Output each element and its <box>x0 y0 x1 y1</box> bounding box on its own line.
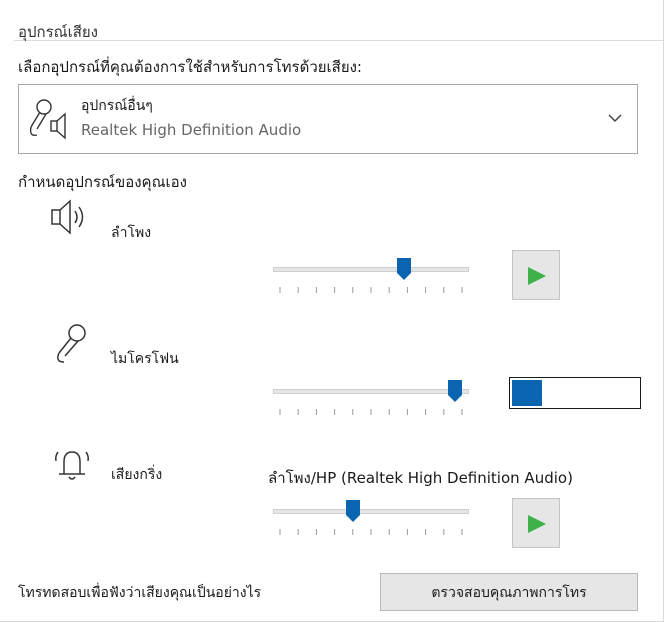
play-icon <box>528 267 546 285</box>
slider-ticks <box>279 409 463 415</box>
microphone-volume-slider[interactable] <box>273 380 469 424</box>
slider-thumb[interactable] <box>346 500 360 522</box>
slider-ticks <box>279 529 463 535</box>
slider-thumb[interactable] <box>397 258 411 280</box>
ringer-device-name: ลำโพง/HP (Realtek High Definition Audio) <box>268 469 573 487</box>
chevron-down-icon[interactable] <box>607 111 623 125</box>
slider-track <box>273 389 469 394</box>
microphone-icon <box>57 324 86 363</box>
microphone-level-meter <box>509 377 641 409</box>
slider-track <box>273 509 469 514</box>
ringer-volume-slider[interactable] <box>273 500 469 544</box>
microphone-label: ไมโครโฟน <box>111 351 179 367</box>
speaker-volume-slider[interactable] <box>273 258 469 302</box>
bell-icon <box>55 451 89 480</box>
ringer-play-button[interactable] <box>512 498 560 548</box>
custom-devices-heading: กำหนดอุปกรณ์ของคุณเอง <box>18 173 187 191</box>
test-call-text: โทรทดสอบเพื่อฟังว่าเสียงคุณเป็นอย่างไร <box>18 585 262 601</box>
slider-thumb[interactable] <box>448 380 462 402</box>
device-name: อุปกรณ์อื่นๆ <box>81 98 153 114</box>
speaker-play-button[interactable] <box>512 250 560 300</box>
microphone-level-fill <box>512 380 542 406</box>
check-call-quality-button[interactable]: ตรวจสอบคุณภาพการโทร <box>380 573 638 611</box>
play-icon <box>528 515 546 533</box>
group-divider <box>14 40 664 41</box>
group-title: อุปกรณ์เสียง <box>18 23 98 41</box>
slider-track <box>273 267 469 272</box>
speaker-label: ลำโพง <box>111 225 152 241</box>
slider-ticks <box>279 287 463 293</box>
ringer-label: เสียงกริ่ง <box>111 467 163 483</box>
microphone-speaker-icon <box>29 99 66 140</box>
device-prompt: เลือกอุปกรณ์ที่คุณต้องการใช้สำหรับการโทร… <box>18 58 362 76</box>
speaker-icon <box>51 199 84 235</box>
device-description: Realtek High Definition Audio <box>81 121 302 139</box>
device-dropdown[interactable]: อุปกรณ์อื่นๆ Realtek High Definition Aud… <box>18 84 638 154</box>
